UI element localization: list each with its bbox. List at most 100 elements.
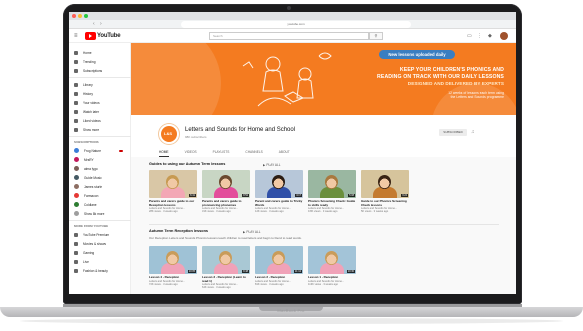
video-thumbnail[interactable]: 5:08 bbox=[308, 170, 356, 198]
sidebar-item-label: Farmacon bbox=[84, 193, 99, 198]
section-title[interactable]: Autumn Term Reception lessons bbox=[149, 229, 208, 233]
sidebar-item[interactable]: alma lygo bbox=[74, 165, 98, 172]
sidebar-item[interactable]: Subscriptions bbox=[74, 67, 102, 74]
your-videos-icon bbox=[74, 100, 78, 105]
play-all-button[interactable]: ▶ PLAY ALL bbox=[243, 230, 261, 234]
video-card[interactable]: 6:41 Parents and carers guide to our Rece… bbox=[149, 170, 197, 214]
minimize-window-icon[interactable] bbox=[78, 14, 82, 18]
youtube-header: ≡ YouTube Search ⚲ ▭ ⋮ ◆ bbox=[69, 29, 516, 43]
sidebar-item-label: Guide Music bbox=[84, 175, 102, 180]
sidebar-item-label: Watch later bbox=[83, 109, 100, 114]
sidebar-item[interactable]: Watch later bbox=[74, 108, 99, 115]
subscribe-button[interactable]: SUBSCRIBED bbox=[439, 129, 467, 136]
video-card[interactable]: 3:22 Guide to our Phonics Screening Check… bbox=[361, 170, 409, 214]
channel-avatar-mark: L&S bbox=[164, 131, 172, 136]
close-window-icon[interactable] bbox=[72, 14, 76, 18]
sidebar-item[interactable]: MrsRY bbox=[74, 156, 94, 163]
sidebar-item[interactable]: Gaming bbox=[74, 249, 94, 256]
thumbs-up-icon bbox=[74, 118, 78, 123]
video-card[interactable]: 9:48 Lesson 3 - Reception (Learn to read … bbox=[202, 246, 250, 290]
notifications-bell-icon[interactable]: ◆ bbox=[488, 33, 492, 39]
avatar[interactable] bbox=[500, 32, 508, 40]
duration-badge: 9:52 bbox=[242, 193, 249, 197]
channel-avatar[interactable]: L&S bbox=[159, 124, 179, 144]
chevron-down-icon bbox=[74, 127, 78, 132]
presenter-head bbox=[272, 251, 285, 265]
banner-headline-line3: DESIGNED AND DELIVERED BY EXPERTS bbox=[407, 81, 504, 86]
section-title[interactable]: Guides to using our Autumn Term lessons bbox=[149, 162, 225, 166]
sidebar-item-label: Show more bbox=[83, 127, 100, 132]
banner-decoration bbox=[431, 83, 516, 115]
video-card[interactable]: 5:08 Phonics Screening Check: Guide to sk… bbox=[308, 170, 356, 214]
video-card[interactable]: 9:52 Parents and carers guide to pronounc… bbox=[202, 170, 250, 214]
duration-badge: 6:41 bbox=[189, 193, 196, 197]
video-thumbnail[interactable]: 10:05 bbox=[149, 246, 197, 274]
history-icon bbox=[74, 91, 78, 96]
video-views: 9.8K views · 3 weeks ago bbox=[308, 210, 338, 214]
youtube-logo[interactable]: YouTube bbox=[85, 32, 121, 40]
sidebar-item[interactable]: Frog Nature bbox=[74, 147, 101, 154]
presenter-head bbox=[219, 251, 232, 265]
sidebar-item[interactable]: Library bbox=[74, 81, 93, 88]
sidebar-item[interactable]: Coldlane bbox=[74, 201, 97, 208]
sidebar-item[interactable]: Live bbox=[74, 258, 89, 265]
sidebar-item[interactable]: Movies & shows bbox=[74, 240, 106, 247]
tab-playlists[interactable]: PLAYLISTS bbox=[213, 149, 230, 157]
video-thumbnail[interactable]: 4:17 bbox=[255, 170, 303, 198]
sidebar-item[interactable]: Trending bbox=[74, 58, 95, 65]
video-thumbnail[interactable]: 3:22 bbox=[361, 170, 409, 198]
video-thumbnail[interactable]: 6:41 bbox=[149, 170, 197, 198]
presenter-head bbox=[166, 175, 179, 189]
presenter-head bbox=[272, 175, 285, 189]
sidebar-item-label: Home bbox=[83, 50, 92, 55]
forward-arrow-icon[interactable]: › bbox=[100, 21, 102, 28]
tab-channels[interactable]: CHANNELS bbox=[245, 149, 262, 157]
sidebar-item-label: Trending bbox=[83, 59, 96, 64]
video-thumbnail[interactable]: 9:48 bbox=[202, 246, 250, 274]
banner-headline-line2: READING ON TRACK WITH OUR DAILY LESSONS bbox=[377, 74, 504, 80]
video-card[interactable]: 10:05 Lesson 4 - Reception Letters and Sou… bbox=[149, 246, 197, 286]
tab-home[interactable]: HOME bbox=[159, 149, 169, 157]
browser-toolbar: ‹ › youtube.com bbox=[69, 20, 516, 29]
gaming-icon bbox=[74, 250, 78, 255]
create-video-icon[interactable]: ▭ bbox=[467, 33, 472, 39]
browser-tab-bar bbox=[69, 12, 516, 20]
video-thumbnail[interactable]: 11:12 bbox=[255, 246, 303, 274]
video-thumbnail[interactable]: 10:30 bbox=[308, 246, 356, 274]
video-card[interactable]: 4:17 Parent and carers guide to Tricky Wo… bbox=[255, 170, 303, 214]
library-icon bbox=[74, 82, 78, 87]
maximize-window-icon[interactable] bbox=[84, 14, 88, 18]
sidebar-item[interactable]: Fashion & beauty bbox=[74, 267, 108, 274]
apps-icon[interactable]: ⋮ bbox=[477, 33, 482, 39]
sidebar-item-label: Movies & shows bbox=[83, 241, 107, 246]
video-card[interactable]: 11:12 Lesson 2 - Reception Letters and Sou… bbox=[255, 246, 303, 286]
tab-videos[interactable]: VIDEOS bbox=[185, 149, 197, 157]
channel-banner: New lessons uploaded daily KEEP YOUR CHI… bbox=[131, 43, 516, 115]
search-input[interactable]: Search bbox=[209, 32, 369, 40]
video-views: 72K views · 3 weeks ago bbox=[149, 282, 178, 286]
address-bar[interactable]: youtube.com bbox=[181, 21, 411, 28]
video-thumbnail[interactable]: 9:52 bbox=[202, 170, 250, 198]
play-all-button[interactable]: ▶ PLAY ALL bbox=[263, 163, 281, 167]
play-all-label: PLAY ALL bbox=[246, 229, 261, 234]
channel-header: L&S Letters and Sounds for Home and Scho… bbox=[131, 115, 516, 157]
search-button[interactable]: ⚲ bbox=[369, 32, 383, 40]
sidebar-item[interactable]: YouTube Premium bbox=[74, 231, 109, 238]
sidebar-item[interactable]: Guide Music bbox=[74, 174, 102, 181]
sidebar-item[interactable]: James sturle bbox=[74, 183, 102, 190]
menu-icon[interactable]: ≡ bbox=[74, 33, 78, 39]
product-photo: ‹ › youtube.com ≡ YouTube Search ⚲ ▭ ⋮ ◆… bbox=[0, 0, 583, 331]
magnifier-icon: ⚲ bbox=[374, 33, 378, 38]
sidebar-item[interactable]: Show 8k more bbox=[74, 210, 104, 217]
sidebar-item[interactable]: Farmacon bbox=[74, 192, 98, 199]
channel-avatar bbox=[74, 184, 79, 189]
sidebar-item[interactable]: History bbox=[74, 90, 93, 97]
video-card[interactable]: 10:30 Lesson 1 - Reception Letters and Sou… bbox=[308, 246, 356, 286]
sidebar-item[interactable]: Liked videos bbox=[74, 117, 101, 124]
sidebar-item[interactable]: Show more bbox=[74, 126, 99, 133]
sidebar-item[interactable]: Your videos bbox=[74, 99, 100, 106]
tab-about[interactable]: ABOUT bbox=[279, 149, 290, 157]
sidebar-item[interactable]: Home bbox=[74, 49, 92, 56]
back-arrow-icon[interactable]: ‹ bbox=[93, 21, 95, 28]
bell-icon[interactable]: ♫ bbox=[471, 129, 475, 136]
